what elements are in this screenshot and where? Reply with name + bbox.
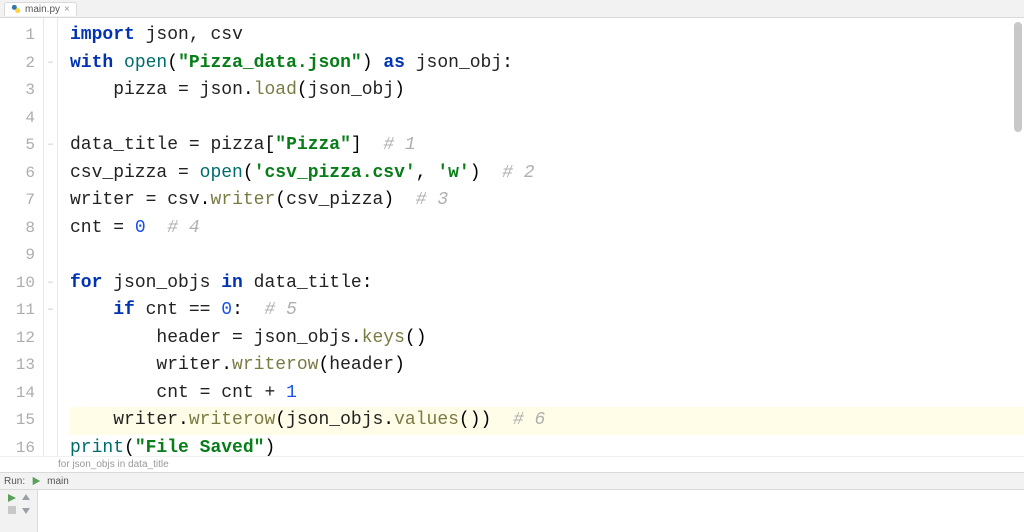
line-number: 15 [0, 407, 35, 435]
editor-tab-main[interactable]: main.py × [4, 2, 77, 16]
fold-marker[interactable] [44, 22, 57, 50]
code-editor[interactable]: 12345678910111213141516 –––– import json… [0, 18, 1024, 456]
python-file-icon [11, 4, 21, 14]
fold-marker[interactable] [44, 352, 57, 380]
editor-tab-bar: main.py × [0, 0, 1024, 18]
line-number: 6 [0, 160, 35, 188]
code-line[interactable]: with open("Pizza_data.json") as json_obj… [70, 50, 1024, 78]
fold-gutter: –––– [44, 18, 58, 456]
stop-icon[interactable] [7, 504, 17, 514]
fold-marker[interactable]: – [44, 270, 57, 298]
step-up-icon[interactable] [21, 492, 31, 502]
close-tab-icon[interactable]: × [64, 4, 70, 15]
run-config-icon [31, 476, 41, 486]
step-down-icon[interactable] [21, 504, 31, 514]
line-number: 16 [0, 435, 35, 457]
code-line[interactable]: csv_pizza = open('csv_pizza.csv', 'w') #… [70, 160, 1024, 188]
code-line[interactable]: print("File Saved") [70, 435, 1024, 457]
fold-marker[interactable] [44, 242, 57, 270]
fold-marker[interactable] [44, 215, 57, 243]
line-number: 14 [0, 380, 35, 408]
code-line[interactable]: pizza = json.load(json_obj) [70, 77, 1024, 105]
fold-marker[interactable] [44, 160, 57, 188]
code-line[interactable]: cnt = cnt + 1 [70, 380, 1024, 408]
line-number-gutter: 12345678910111213141516 [0, 18, 44, 456]
line-number: 5 [0, 132, 35, 160]
fold-marker[interactable] [44, 380, 57, 408]
code-line[interactable]: data_title = pizza["Pizza"] # 1 [70, 132, 1024, 160]
code-line[interactable]: writer.writerow(header) [70, 352, 1024, 380]
code-line[interactable] [70, 105, 1024, 133]
run-toolwindow-header[interactable]: Run: main [0, 472, 1024, 490]
tab-filename: main.py [25, 4, 60, 15]
code-line[interactable] [70, 242, 1024, 270]
fold-marker[interactable] [44, 407, 57, 435]
code-line[interactable]: cnt = 0 # 4 [70, 215, 1024, 243]
code-line[interactable]: import json, csv [70, 22, 1024, 50]
fold-marker[interactable]: – [44, 132, 57, 160]
code-line[interactable]: writer = csv.writer(csv_pizza) # 3 [70, 187, 1024, 215]
line-number: 2 [0, 50, 35, 78]
run-console: C:\Users\ak111\PycharmProjects\pythonPro… [0, 490, 1024, 532]
code-line[interactable]: if cnt == 0: # 5 [70, 297, 1024, 325]
editor-breadcrumb[interactable]: for json_objs in data_title [0, 456, 1024, 472]
fold-marker[interactable]: – [44, 50, 57, 78]
code-area[interactable]: import json, csvwith open("Pizza_data.js… [58, 18, 1024, 456]
run-config-name: main [47, 476, 69, 487]
line-number: 12 [0, 325, 35, 353]
fold-marker[interactable] [44, 187, 57, 215]
line-number: 3 [0, 77, 35, 105]
line-number: 4 [0, 105, 35, 133]
fold-marker[interactable] [44, 325, 57, 353]
console-toolbar [0, 490, 38, 532]
run-label: Run: [4, 476, 25, 487]
fold-marker[interactable]: – [44, 297, 57, 325]
line-number: 8 [0, 215, 35, 243]
line-number: 13 [0, 352, 35, 380]
fold-marker[interactable] [44, 77, 57, 105]
fold-marker[interactable] [44, 435, 57, 457]
code-line[interactable]: for json_objs in data_title: [70, 270, 1024, 298]
line-number: 9 [0, 242, 35, 270]
rerun-icon[interactable] [7, 492, 17, 502]
console-output[interactable]: C:\Users\ak111\PycharmProjects\pythonPro… [38, 490, 1024, 532]
line-number: 11 [0, 297, 35, 325]
line-number: 10 [0, 270, 35, 298]
breadcrumb-text: for json_objs in data_title [58, 459, 169, 470]
code-line[interactable]: header = json_objs.keys() [70, 325, 1024, 353]
line-number: 7 [0, 187, 35, 215]
fold-marker[interactable] [44, 105, 57, 133]
code-line[interactable]: writer.writerow(json_objs.values()) # 6 [70, 407, 1024, 435]
line-number: 1 [0, 22, 35, 50]
